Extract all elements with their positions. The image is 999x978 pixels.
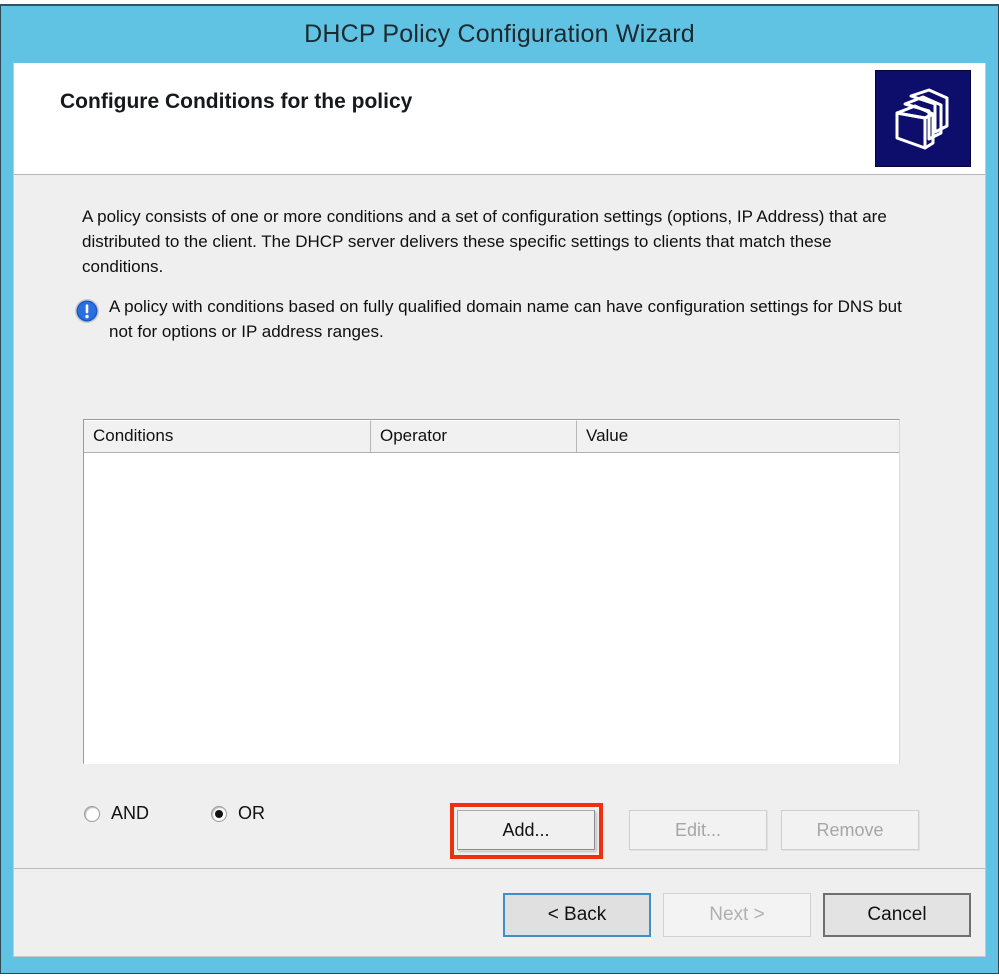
- radio-and-label: AND: [111, 803, 150, 823]
- column-header-value[interactable]: Value: [577, 420, 899, 452]
- info-note-text: A policy with conditions based on fully …: [109, 297, 902, 341]
- radio-or-label: OR: [238, 803, 266, 823]
- next-button[interactable]: Next >: [663, 893, 811, 937]
- window-title: DHCP Policy Configuration Wizard: [304, 20, 695, 48]
- info-icon: [74, 298, 100, 324]
- wizard-body: A policy consists of one or more conditi…: [14, 176, 985, 956]
- back-button[interactable]: < Back: [503, 893, 651, 937]
- logic-operator-group: AND OR: [84, 803, 327, 824]
- title-bar: DHCP Policy Configuration Wizard: [1, 6, 998, 63]
- radio-or[interactable]: OR: [211, 803, 265, 824]
- radio-or-mark[interactable]: [211, 805, 228, 822]
- add-button[interactable]: Add...: [457, 810, 595, 850]
- edit-button[interactable]: Edit...: [629, 810, 767, 850]
- wizard-client-area: Configure Conditions for the policy A po…: [13, 63, 986, 957]
- conditions-list-header: Conditions Operator Value: [84, 420, 899, 453]
- column-header-operator[interactable]: Operator: [371, 420, 577, 452]
- remove-button[interactable]: Remove: [781, 810, 919, 850]
- wizard-header: Configure Conditions for the policy: [14, 63, 985, 175]
- conditions-list-body[interactable]: [84, 453, 899, 764]
- radio-and-mark[interactable]: [84, 805, 100, 822]
- wizard-window: DHCP Policy Configuration Wizard Configu…: [0, 4, 999, 974]
- radio-and[interactable]: AND: [84, 803, 149, 824]
- column-header-conditions[interactable]: Conditions: [84, 420, 371, 452]
- page-title: Configure Conditions for the policy: [60, 90, 413, 113]
- folders-icon: [875, 70, 971, 167]
- wizard-footer: < Back Next > Cancel: [14, 868, 985, 956]
- wizard-navigation: < Back Next > Cancel: [491, 893, 971, 937]
- intro-description: A policy consists of one or more conditi…: [82, 207, 887, 276]
- cancel-button[interactable]: Cancel: [823, 893, 971, 937]
- info-note: A policy with conditions based on fully …: [74, 294, 904, 344]
- conditions-list[interactable]: Conditions Operator Value: [83, 419, 900, 764]
- condition-actions: Add... Edit... Remove: [442, 794, 919, 859]
